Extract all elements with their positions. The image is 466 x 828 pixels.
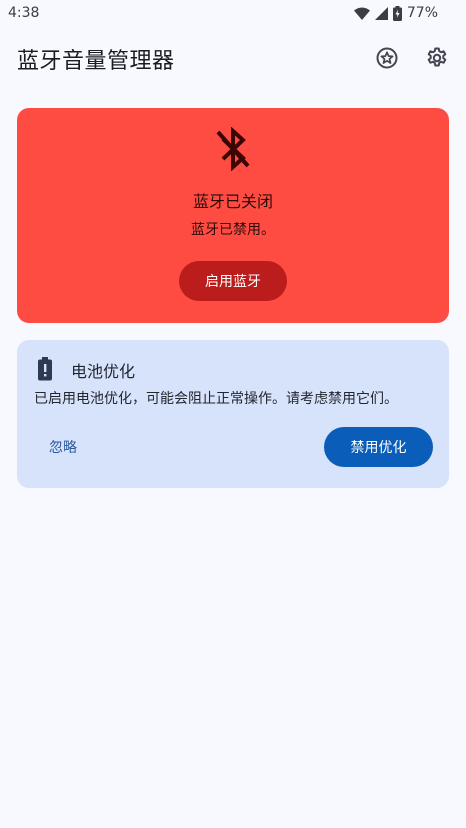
bluetooth-disabled-icon xyxy=(216,127,250,171)
ignore-button[interactable]: 忽略 xyxy=(37,427,89,467)
star-badge-icon xyxy=(376,47,398,69)
app-title: 蓝牙音量管理器 xyxy=(17,49,175,74)
battery-icon xyxy=(38,357,52,381)
battery-percent: 77% xyxy=(406,5,438,21)
status-icons: 77% xyxy=(353,5,438,21)
battery-optimization-title: 电池优化 xyxy=(71,362,136,381)
enable-bluetooth-button[interactable]: 启用蓝牙 xyxy=(179,261,287,301)
bluetooth-status-subtitle: 蓝牙已禁用。 xyxy=(191,222,275,238)
bluetooth-status-card: 蓝牙已关闭 蓝牙已禁用。 启用蓝牙 xyxy=(17,108,449,323)
app-bar: 蓝牙音量管理器 xyxy=(0,30,466,86)
battery-charging-icon xyxy=(392,5,402,21)
settings-button[interactable] xyxy=(421,42,453,74)
status-bar: 4:38 77% xyxy=(0,0,466,26)
bluetooth-status-title: 蓝牙已关闭 xyxy=(192,192,273,211)
disable-optimization-button[interactable]: 禁用优化 xyxy=(324,427,433,467)
battery-optimization-card: 电池优化 已启用电池优化，可能会阻止正常操作。请考虑禁用它们。 忽略 禁用优化 xyxy=(17,340,449,488)
star-badge-button[interactable] xyxy=(371,42,403,74)
status-time: 4:38 xyxy=(8,5,40,21)
battery-optimization-message: 已启用电池优化，可能会阻止正常操作。请考虑禁用它们。 xyxy=(34,391,398,407)
settings-gear-icon xyxy=(427,47,447,67)
cellular-signal-icon xyxy=(374,6,388,20)
wifi-icon xyxy=(353,7,370,20)
